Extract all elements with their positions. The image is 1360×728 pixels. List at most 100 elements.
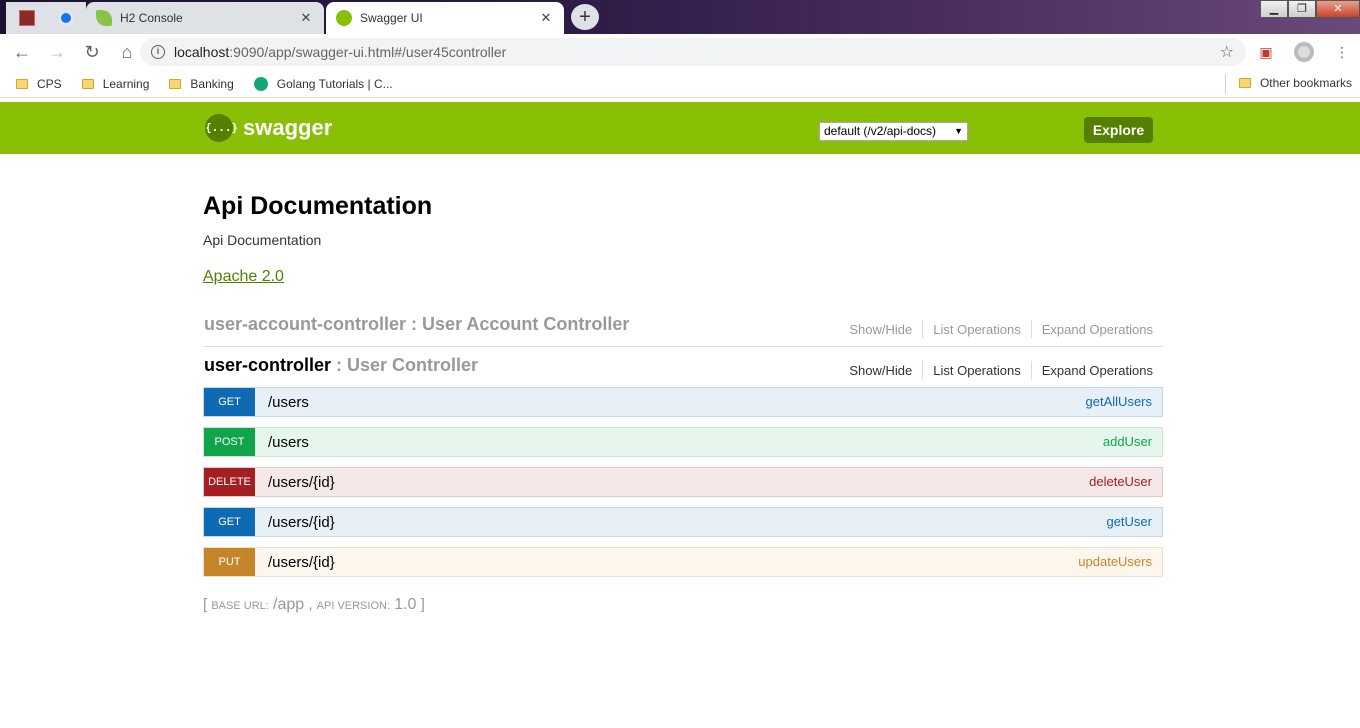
api-spec-select[interactable]: default (/v2/api-docs) ▼ — [819, 122, 968, 141]
api-version-value: 1.0 — [394, 596, 417, 613]
http-method-badge[interactable]: PUT — [204, 548, 255, 576]
extension-area: ▣ ⋮ — [1252, 38, 1360, 66]
bracket-close: ] — [420, 596, 425, 613]
close-icon[interactable]: ✕ — [296, 10, 316, 26]
operation-path[interactable]: /users/{id} — [268, 474, 335, 491]
minimize-button[interactable]: ▁ — [1260, 0, 1288, 18]
spring-leaf-icon — [96, 10, 112, 26]
expand-operations-link[interactable]: Expand Operations — [1032, 363, 1153, 378]
bookmark-banking[interactable]: Banking — [169, 76, 234, 91]
resource-separator: : — [406, 314, 423, 334]
maximize-button[interactable]: ❐ — [1288, 0, 1316, 18]
home-icon[interactable]: ⌂ — [111, 36, 143, 68]
swagger-logo[interactable]: {...} swagger — [205, 114, 332, 142]
operation-delete-user[interactable]: DELETE /users/{id} deleteUser — [203, 467, 1163, 497]
bookmark-label: Banking — [190, 76, 234, 91]
resource-heading[interactable]: user-account-controller : User Account C… — [204, 314, 629, 335]
show-hide-link[interactable]: Show/Hide — [839, 363, 922, 378]
expand-operations-link[interactable]: Expand Operations — [1032, 322, 1153, 337]
address-bar[interactable]: i localhost:9090/app/swagger-ui.html#/us… — [140, 38, 1246, 66]
operation-get-all-users[interactable]: GET /users getAllUsers — [203, 387, 1163, 417]
operation-path[interactable]: /users/{id} — [268, 514, 335, 531]
operation-name[interactable]: deleteUser — [1089, 474, 1152, 489]
bookmark-label: Golang Tutorials | C... — [276, 76, 393, 91]
operation-name[interactable]: getAllUsers — [1086, 394, 1152, 409]
list-operations-link[interactable]: List Operations — [923, 322, 1030, 337]
tab-title: Swagger UI — [360, 11, 423, 25]
resource-heading[interactable]: user-controller : User Controller — [204, 355, 478, 376]
close-icon[interactable]: ✕ — [536, 10, 556, 26]
resource-separator: : — [331, 355, 348, 375]
operation-path[interactable]: /users/{id} — [268, 554, 335, 571]
folder-icon — [81, 78, 94, 89]
base-url-value: /app — [273, 596, 305, 613]
url-host: localhost — [174, 44, 230, 60]
operation-name[interactable]: getUser — [1106, 514, 1152, 529]
pinned-tab-1[interactable] — [6, 2, 48, 34]
pdf-extension-icon[interactable]: ▣ — [1252, 38, 1280, 66]
close-window-button[interactable]: ✕ — [1316, 0, 1360, 18]
swagger-favicon-icon — [336, 10, 352, 26]
tab-title: H2 Console — [120, 11, 183, 25]
menu-kebab-icon[interactable]: ⋮ — [1328, 38, 1356, 66]
http-method-badge[interactable]: POST — [204, 428, 255, 456]
avatar-favicon-icon — [19, 10, 35, 26]
operation-update-users[interactable]: PUT /users/{id} updateUsers — [203, 547, 1163, 577]
operation-name[interactable]: updateUsers — [1078, 554, 1152, 569]
bookmark-cps[interactable]: CPS — [16, 77, 62, 91]
bookmark-star-icon[interactable]: ☆ — [1220, 42, 1234, 62]
resource-description: User Account Controller — [422, 314, 630, 334]
chevron-down-icon: ▼ — [954, 126, 963, 136]
resource-user-controller: user-controller : User Controller Show/H… — [203, 355, 1163, 389]
resource-name: user-account-controller — [204, 314, 407, 334]
explore-button[interactable]: Explore — [1084, 117, 1153, 143]
license-link[interactable]: Apache 2.0 — [203, 268, 284, 286]
resource-divider — [203, 346, 1163, 347]
info-icon[interactable]: i — [151, 45, 165, 59]
operation-get-user[interactable]: GET /users/{id} getUser — [203, 507, 1163, 537]
pinned-tab-2[interactable] — [46, 2, 86, 34]
swagger-logo-text: swagger — [243, 115, 333, 140]
http-method-badge[interactable]: GET — [204, 388, 255, 416]
bookmark-label: Learning — [102, 76, 150, 91]
show-hide-link[interactable]: Show/Hide — [839, 322, 922, 337]
new-tab-button[interactable]: + — [571, 4, 599, 30]
operation-path[interactable]: /users — [268, 394, 309, 411]
bookmark-other[interactable]: Other bookmarks — [1238, 76, 1352, 90]
comma: , — [308, 596, 313, 613]
forward-icon[interactable]: → — [41, 36, 73, 68]
browser-toolbar: ← → ↻ ⌂ i localhost:9090/app/swagger-ui.… — [0, 34, 1360, 70]
tab-strip: H2 Console ✕ Swagger UI ✕ + ▁ ❐ ✕ — [0, 0, 1360, 34]
http-method-badge[interactable]: GET — [204, 508, 255, 536]
swagger-header: {...} swagger default (/v2/api-docs) ▼ E… — [0, 102, 1360, 154]
tab-h2-console[interactable]: H2 Console ✕ — [86, 2, 324, 34]
reload-icon[interactable]: ↻ — [76, 36, 108, 68]
tab-swagger-ui[interactable]: Swagger UI ✕ — [326, 2, 564, 34]
profile-avatar-icon[interactable] — [1290, 38, 1318, 66]
operation-add-user[interactable]: POST /users addUser — [203, 427, 1163, 457]
operation-path[interactable]: /users — [268, 434, 309, 451]
back-icon[interactable]: ← — [6, 36, 38, 68]
bookmark-label: CPS — [37, 76, 62, 91]
bookmarks-bar: CPS Learning Banking Golang Tutorials | … — [0, 70, 1360, 98]
api-version-label: API VERSION — [316, 600, 387, 612]
list-operations-link[interactable]: List Operations — [923, 363, 1030, 378]
bookmark-golang[interactable]: Golang Tutorials | C... — [253, 76, 393, 91]
bookmark-learning[interactable]: Learning — [81, 76, 150, 91]
resource-actions: Show/Hide List Operations Expand Operati… — [839, 320, 1153, 338]
operation-name[interactable]: addUser — [1103, 434, 1152, 449]
base-url-label: BASE URL — [211, 600, 266, 612]
golang-site-icon — [253, 76, 268, 91]
url-path: :9090/app/swagger-ui.html#/user45control… — [229, 44, 507, 60]
api-description: Api Documentation — [203, 232, 322, 248]
api-info-footer: [ BASE URL: /app , API VERSION: 1.0 ] — [203, 596, 425, 613]
resource-user-account-controller: user-account-controller : User Account C… — [203, 314, 1163, 348]
bracket-open: [ — [203, 596, 208, 613]
resource-description: User Controller — [347, 355, 479, 375]
folder-icon — [16, 78, 28, 89]
resource-name: user-controller — [204, 355, 332, 375]
folder-icon — [169, 78, 182, 89]
folder-icon — [1238, 78, 1251, 88]
http-method-badge[interactable]: DELETE — [204, 468, 255, 496]
api-title: Api Documentation — [203, 192, 433, 220]
